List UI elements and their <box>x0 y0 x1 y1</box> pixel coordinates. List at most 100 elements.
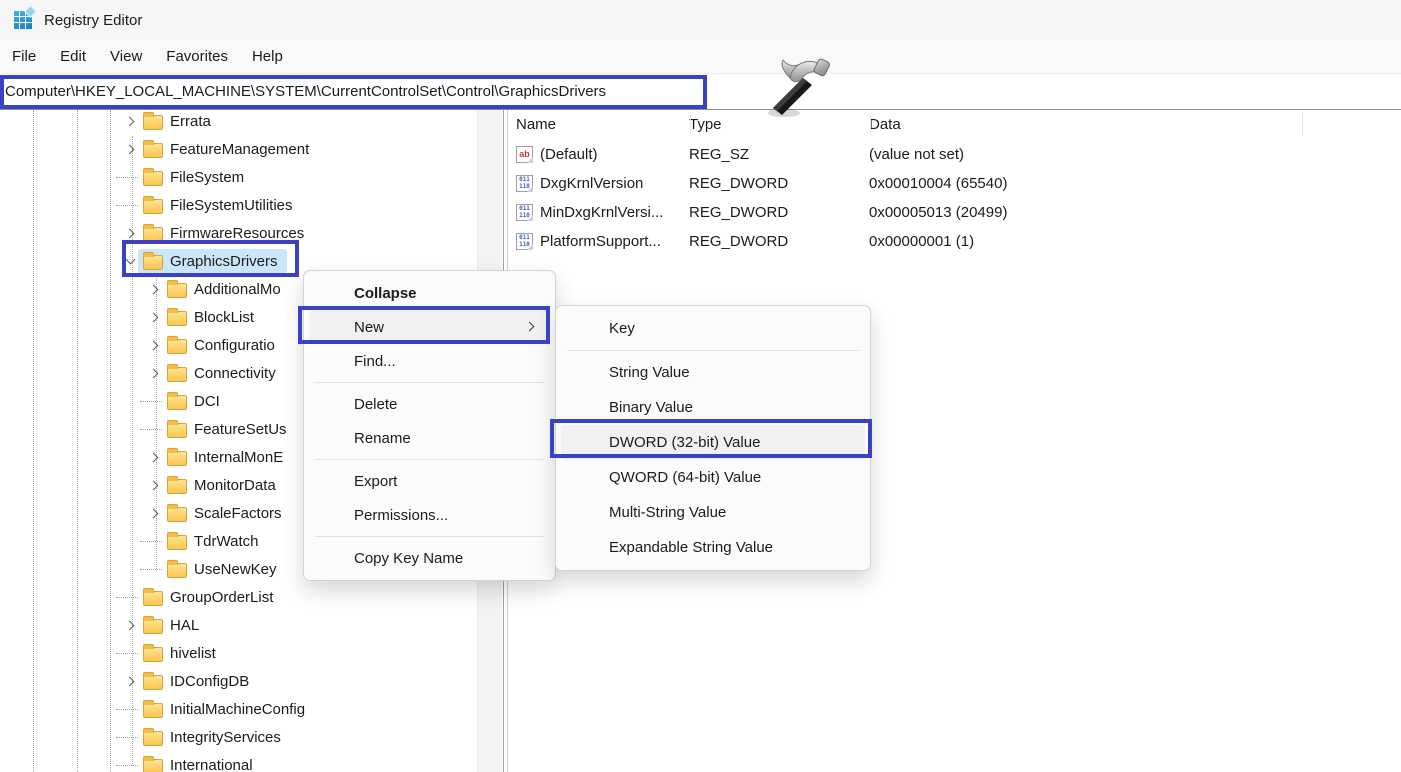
menu-bar-item[interactable]: File <box>0 43 48 70</box>
tree-item-body[interactable]: Configuratio <box>162 333 284 358</box>
menu-item[interactable]: Key <box>561 311 865 346</box>
tree-item-body[interactable]: UseNewKey <box>162 557 286 582</box>
tree-item-body[interactable]: HAL <box>138 613 208 638</box>
tree-item[interactable]: FileSystemUtilities <box>0 191 478 219</box>
value-row[interactable]: (Default) REG_SZ (value not set) <box>509 140 1401 169</box>
folder-icon <box>167 283 187 298</box>
menu-bar-item[interactable]: Help <box>240 43 295 70</box>
tree-item-body[interactable]: DCI <box>162 389 229 414</box>
value-type-icon <box>516 204 533 221</box>
menu-bar-item[interactable]: Edit <box>48 43 98 70</box>
tree-item[interactable]: HAL <box>0 611 478 639</box>
tree-expander[interactable] <box>146 561 162 577</box>
tree-item-body[interactable]: InitialMachineConfig <box>138 697 314 722</box>
tree-expander[interactable] <box>122 225 138 241</box>
tree-item[interactable]: InitialMachineConfig <box>0 695 478 723</box>
tree-expander[interactable] <box>122 701 138 717</box>
tree-expander[interactable] <box>146 393 162 409</box>
tree-expander[interactable] <box>146 309 162 325</box>
tree-item-body[interactable]: MonitorData <box>162 473 285 498</box>
tree-expander[interactable] <box>122 197 138 213</box>
tree-item-body[interactable]: hivelist <box>138 641 225 666</box>
tree-expander[interactable] <box>146 533 162 549</box>
menu-item[interactable]: Binary Value <box>561 390 865 425</box>
value-name-cell: PlatformSupport... <box>509 233 689 250</box>
tree-expander[interactable] <box>146 477 162 493</box>
registry-editor-window: Registry Editor FileEditViewFavoritesHel… <box>0 0 1401 772</box>
tree-item-body[interactable]: IntegrityServices <box>138 725 290 750</box>
tree-item[interactable]: GroupOrderList <box>0 583 478 611</box>
tree-item-body[interactable]: FileSystemUtilities <box>138 193 302 218</box>
menu-item[interactable]: Permissions... <box>309 498 550 532</box>
tree-expander[interactable] <box>122 673 138 689</box>
tree-expander[interactable] <box>146 337 162 353</box>
tree-item-body[interactable]: FileSystem <box>138 165 253 190</box>
value-name: PlatformSupport... <box>540 233 661 250</box>
folder-icon <box>143 647 163 662</box>
menu-item[interactable]: Delete <box>309 387 550 421</box>
tree-item-body[interactable]: International <box>138 753 262 772</box>
tree-item[interactable]: IntegrityServices <box>0 723 478 751</box>
tree-expander[interactable] <box>146 505 162 521</box>
tree-item-label: MonitorData <box>194 477 276 494</box>
value-row[interactable]: MinDxgKrnlVersi... REG_DWORD 0x00005013 … <box>509 198 1401 227</box>
column-separator[interactable] <box>870 113 871 136</box>
menu-item[interactable]: DWORD (32-bit) Value <box>561 425 865 460</box>
column-header[interactable]: Type <box>689 116 869 133</box>
menu-bar-item[interactable]: Favorites <box>154 43 240 70</box>
tree-item[interactable]: FirmwareResources <box>0 219 478 247</box>
tree-item-body[interactable]: FeatureManagement <box>138 137 318 162</box>
column-separator[interactable] <box>690 113 691 136</box>
tree-expander[interactable] <box>122 169 138 185</box>
column-separator[interactable] <box>1302 113 1303 136</box>
value-row[interactable]: PlatformSupport... REG_DWORD 0x00000001 … <box>509 227 1401 256</box>
tree-expander[interactable] <box>146 365 162 381</box>
menu-item[interactable]: Find... <box>309 344 550 378</box>
tree-expander[interactable] <box>146 421 162 437</box>
tree-expander[interactable] <box>122 113 138 129</box>
menu-item[interactable]: New <box>309 310 550 344</box>
menu-item[interactable]: Expandable String Value <box>561 530 865 565</box>
tree-item[interactable]: International <box>0 751 478 772</box>
menu-item[interactable]: Multi-String Value <box>561 495 865 530</box>
tree-item-body[interactable]: FeatureSetUs <box>162 417 296 442</box>
tree-expander[interactable] <box>122 141 138 157</box>
tree-expander[interactable] <box>122 253 138 269</box>
tree-item-body[interactable]: Connectivity <box>162 361 285 386</box>
tree-item[interactable]: IDConfigDB <box>0 667 478 695</box>
menu-item[interactable]: String Value <box>561 355 865 390</box>
tree-item-body[interactable]: Errata <box>138 110 220 134</box>
tree-expander[interactable] <box>122 617 138 633</box>
tree-item-body[interactable]: IDConfigDB <box>138 669 258 694</box>
menu-item[interactable]: QWORD (64-bit) Value <box>561 460 865 495</box>
tree-expander[interactable] <box>146 281 162 297</box>
tree-item-body[interactable]: BlockList <box>162 305 263 330</box>
tree-item-label: Errata <box>170 113 211 130</box>
menu-item[interactable]: Copy Key Name <box>309 541 550 575</box>
menu-item[interactable]: Collapse <box>309 276 550 310</box>
address-bar[interactable]: Computer\HKEY_LOCAL_MACHINE\SYSTEM\Curre… <box>0 73 1401 110</box>
tree-expander[interactable] <box>122 645 138 661</box>
column-header[interactable]: Name <box>509 116 689 133</box>
tree-item-body[interactable]: InternalMonE <box>162 445 292 470</box>
tree-item[interactable]: FileSystem <box>0 163 478 191</box>
tree-expander[interactable] <box>122 589 138 605</box>
menu-bar-item[interactable]: View <box>98 43 154 70</box>
menu-item[interactable]: Export <box>309 464 550 498</box>
tree-expander[interactable] <box>122 729 138 745</box>
tree-item[interactable]: FeatureManagement <box>0 135 478 163</box>
tree-expander[interactable] <box>122 757 138 772</box>
tree-expander[interactable] <box>146 449 162 465</box>
tree-item-body[interactable]: GraphicsDrivers <box>138 249 287 274</box>
tree-item[interactable]: hivelist <box>0 639 478 667</box>
tree-item-body[interactable]: GroupOrderList <box>138 585 282 610</box>
menu-item[interactable]: Rename <box>309 421 550 455</box>
column-header[interactable]: Data <box>869 116 1401 133</box>
tree-item-body[interactable]: TdrWatch <box>162 529 267 554</box>
tree-item-body[interactable]: ScaleFactors <box>162 501 291 526</box>
tree-item-label: FeatureSetUs <box>194 421 287 438</box>
tree-item-body[interactable]: FirmwareResources <box>138 221 313 246</box>
value-row[interactable]: DxgKrnlVersion REG_DWORD 0x00010004 (655… <box>509 169 1401 198</box>
tree-item-body[interactable]: AdditionalMo <box>162 277 290 302</box>
tree-item[interactable]: Errata <box>0 110 478 135</box>
